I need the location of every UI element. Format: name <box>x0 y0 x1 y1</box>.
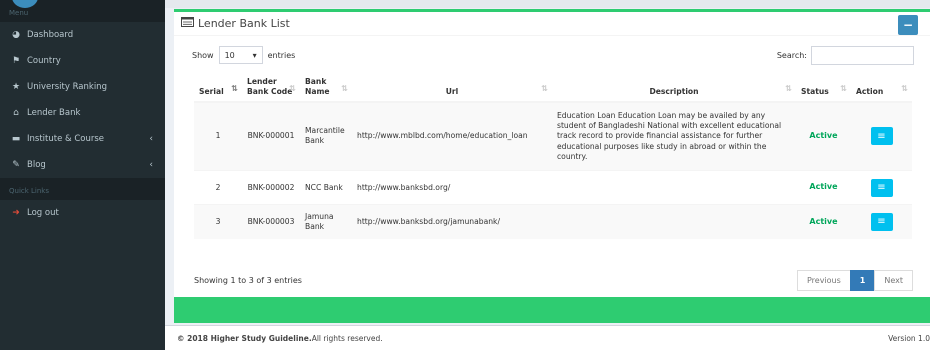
cell-code: BNK-000001 <box>242 101 300 171</box>
table-row: 1 BNK-000001 Marcantile Bank http://www.… <box>194 101 912 171</box>
box-title: Lender Bank List <box>198 17 290 30</box>
cell-bank-name: Jamuna Bank <box>300 204 352 239</box>
status-badge: Active <box>809 182 838 192</box>
sidebar-item-country[interactable]: ⚑ Country <box>0 48 165 74</box>
cell-bank-name: Marcantile Bank <box>300 101 352 171</box>
cell-code: BNK-000002 <box>242 170 300 205</box>
sort-icon: ⇅ <box>840 84 847 94</box>
cell-serial: 3 <box>194 204 242 239</box>
cell-bank-name: NCC Bank <box>300 170 352 205</box>
logout-icon: ➜ <box>12 208 20 218</box>
cell-description: Education Loan Education Loan may be ava… <box>552 101 796 171</box>
search-group: Search: <box>776 45 914 65</box>
collapse-button[interactable]: − <box>898 15 918 35</box>
cell-serial: 2 <box>194 170 242 205</box>
sort-asc-icon: ⇅ <box>231 84 238 94</box>
cell-code: BNK-000003 <box>242 204 300 239</box>
row-action-button[interactable]: ≡ <box>870 127 893 146</box>
sidebar-item-dashboard[interactable]: ◕ Dashboard <box>0 22 165 48</box>
sidebar-item-lender-bank[interactable]: ⌂ Lender Bank <box>0 100 165 126</box>
table-info: Showing 1 to 3 of 3 entries <box>194 276 302 285</box>
cell-action: ≡ <box>851 101 912 171</box>
column-header-bank-name[interactable]: Bank Name ⇅ <box>300 73 352 103</box>
cell-url: http://www.banksbd.org/jamunabank/ <box>352 204 552 239</box>
cell-description <box>552 204 796 239</box>
box-bottom-band <box>174 297 930 323</box>
quick-links-header: Quick Links <box>0 178 165 200</box>
status-badge: Active <box>809 216 838 226</box>
sidebar-item-label: University Ranking <box>27 82 107 92</box>
column-header-description[interactable]: Description ⇅ <box>552 73 796 103</box>
footer-rights: All rights reserved. <box>311 333 383 343</box>
chevron-left-icon: ‹ <box>149 160 153 170</box>
show-label: Show <box>192 50 214 60</box>
entries-length-value: 10 <box>224 50 235 60</box>
star-icon: ★ <box>11 82 21 92</box>
sort-icon: ⇅ <box>289 84 296 94</box>
column-header-status[interactable]: Status ⇅ <box>796 73 851 103</box>
sidebar-item-label: Log out <box>27 208 59 218</box>
cell-serial: 1 <box>194 101 242 171</box>
pagination-previous[interactable]: Previous <box>796 270 851 291</box>
pagination-next[interactable]: Next <box>874 270 913 291</box>
sidebar: Menu ◕ Dashboard ⚑ Country ★ University … <box>0 0 165 350</box>
sidebar-item-label: Country <box>27 56 61 66</box>
table-controls: Show 10 ▾ entries Search: <box>192 45 914 65</box>
cell-action: ≡ <box>851 204 912 239</box>
sort-icon: ⇅ <box>901 84 908 94</box>
table-row: 2 BNK-000002 NCC Bank http://www.banksbd… <box>194 170 912 205</box>
edit-icon: ✎ <box>12 160 20 170</box>
column-header-serial[interactable]: Serial ⇅ <box>194 73 242 103</box>
table-header-row: Serial ⇅ Lender Bank Code ⇅ Bank Name ⇅ Url… <box>194 73 912 103</box>
sidebar-item-label: Dashboard <box>27 30 74 40</box>
cell-status: Active <box>796 101 851 171</box>
column-header-url[interactable]: Url ⇅ <box>352 73 552 103</box>
pagination: Previous 1 Next <box>796 270 913 291</box>
sort-icon: ⇅ <box>541 84 548 94</box>
cell-url: http://www.banksbd.org/ <box>352 170 552 205</box>
cell-status: Active <box>796 170 851 205</box>
cell-description <box>552 170 796 205</box>
column-header-code[interactable]: Lender Bank Code ⇅ <box>242 73 300 103</box>
sidebar-item-label: Blog <box>27 160 46 170</box>
box-header: Lender Bank List − <box>174 12 930 36</box>
footer-copyright: © 2018 Higher Study Guideline. <box>177 333 312 343</box>
caret-down-icon: ▾ <box>252 50 257 60</box>
version-label: Version 1.0 <box>888 333 930 343</box>
cell-status: Active <box>796 204 851 239</box>
table-row: 3 BNK-000003 Jamuna Bank http://www.bank… <box>194 204 912 239</box>
search-input[interactable] <box>811 45 914 65</box>
entries-label: entries <box>267 50 296 60</box>
sort-icon: ⇅ <box>785 84 792 94</box>
sidebar-item-logout[interactable]: ➜ Log out <box>0 200 165 226</box>
sidebar-item-blog[interactable]: ✎ Blog ‹ <box>0 152 165 178</box>
cell-url: http://www.mblbd.com/home/education_loan <box>352 101 552 171</box>
sidebar-item-university-ranking[interactable]: ★ University Ranking <box>0 74 165 100</box>
page-footer: © 2018 Higher Study Guideline. All right… <box>165 325 930 350</box>
list-icon <box>181 17 194 30</box>
lender-bank-box: Lender Bank List − Show 10 ▾ entries Sea… <box>174 9 930 297</box>
lender-bank-table: Serial ⇅ Lender Bank Code ⇅ Bank Name ⇅ Url… <box>194 73 912 239</box>
laptop-icon: ▬ <box>11 134 21 144</box>
sidebar-item-label: Lender Bank <box>27 108 81 118</box>
column-header-action[interactable]: Action ⇅ <box>851 73 912 103</box>
flag-icon: ⚑ <box>11 56 21 66</box>
sidebar-item-institute-course[interactable]: ▬ Institute & Course ‹ <box>0 126 165 152</box>
entries-length-select[interactable]: 10 ▾ <box>218 46 263 64</box>
bank-icon: ⌂ <box>13 108 19 118</box>
pagination-page-1[interactable]: 1 <box>849 270 876 291</box>
status-badge: Active <box>809 131 838 141</box>
row-action-button[interactable]: ≡ <box>870 178 893 197</box>
top-band <box>165 0 930 8</box>
row-action-button[interactable]: ≡ <box>870 212 893 231</box>
dashboard-icon: ◕ <box>12 30 20 40</box>
search-label: Search: <box>776 50 807 60</box>
sort-icon: ⇅ <box>341 84 348 94</box>
cell-action: ≡ <box>851 170 912 205</box>
chevron-left-icon: ‹ <box>149 134 153 144</box>
sidebar-item-label: Institute & Course <box>27 134 105 144</box>
